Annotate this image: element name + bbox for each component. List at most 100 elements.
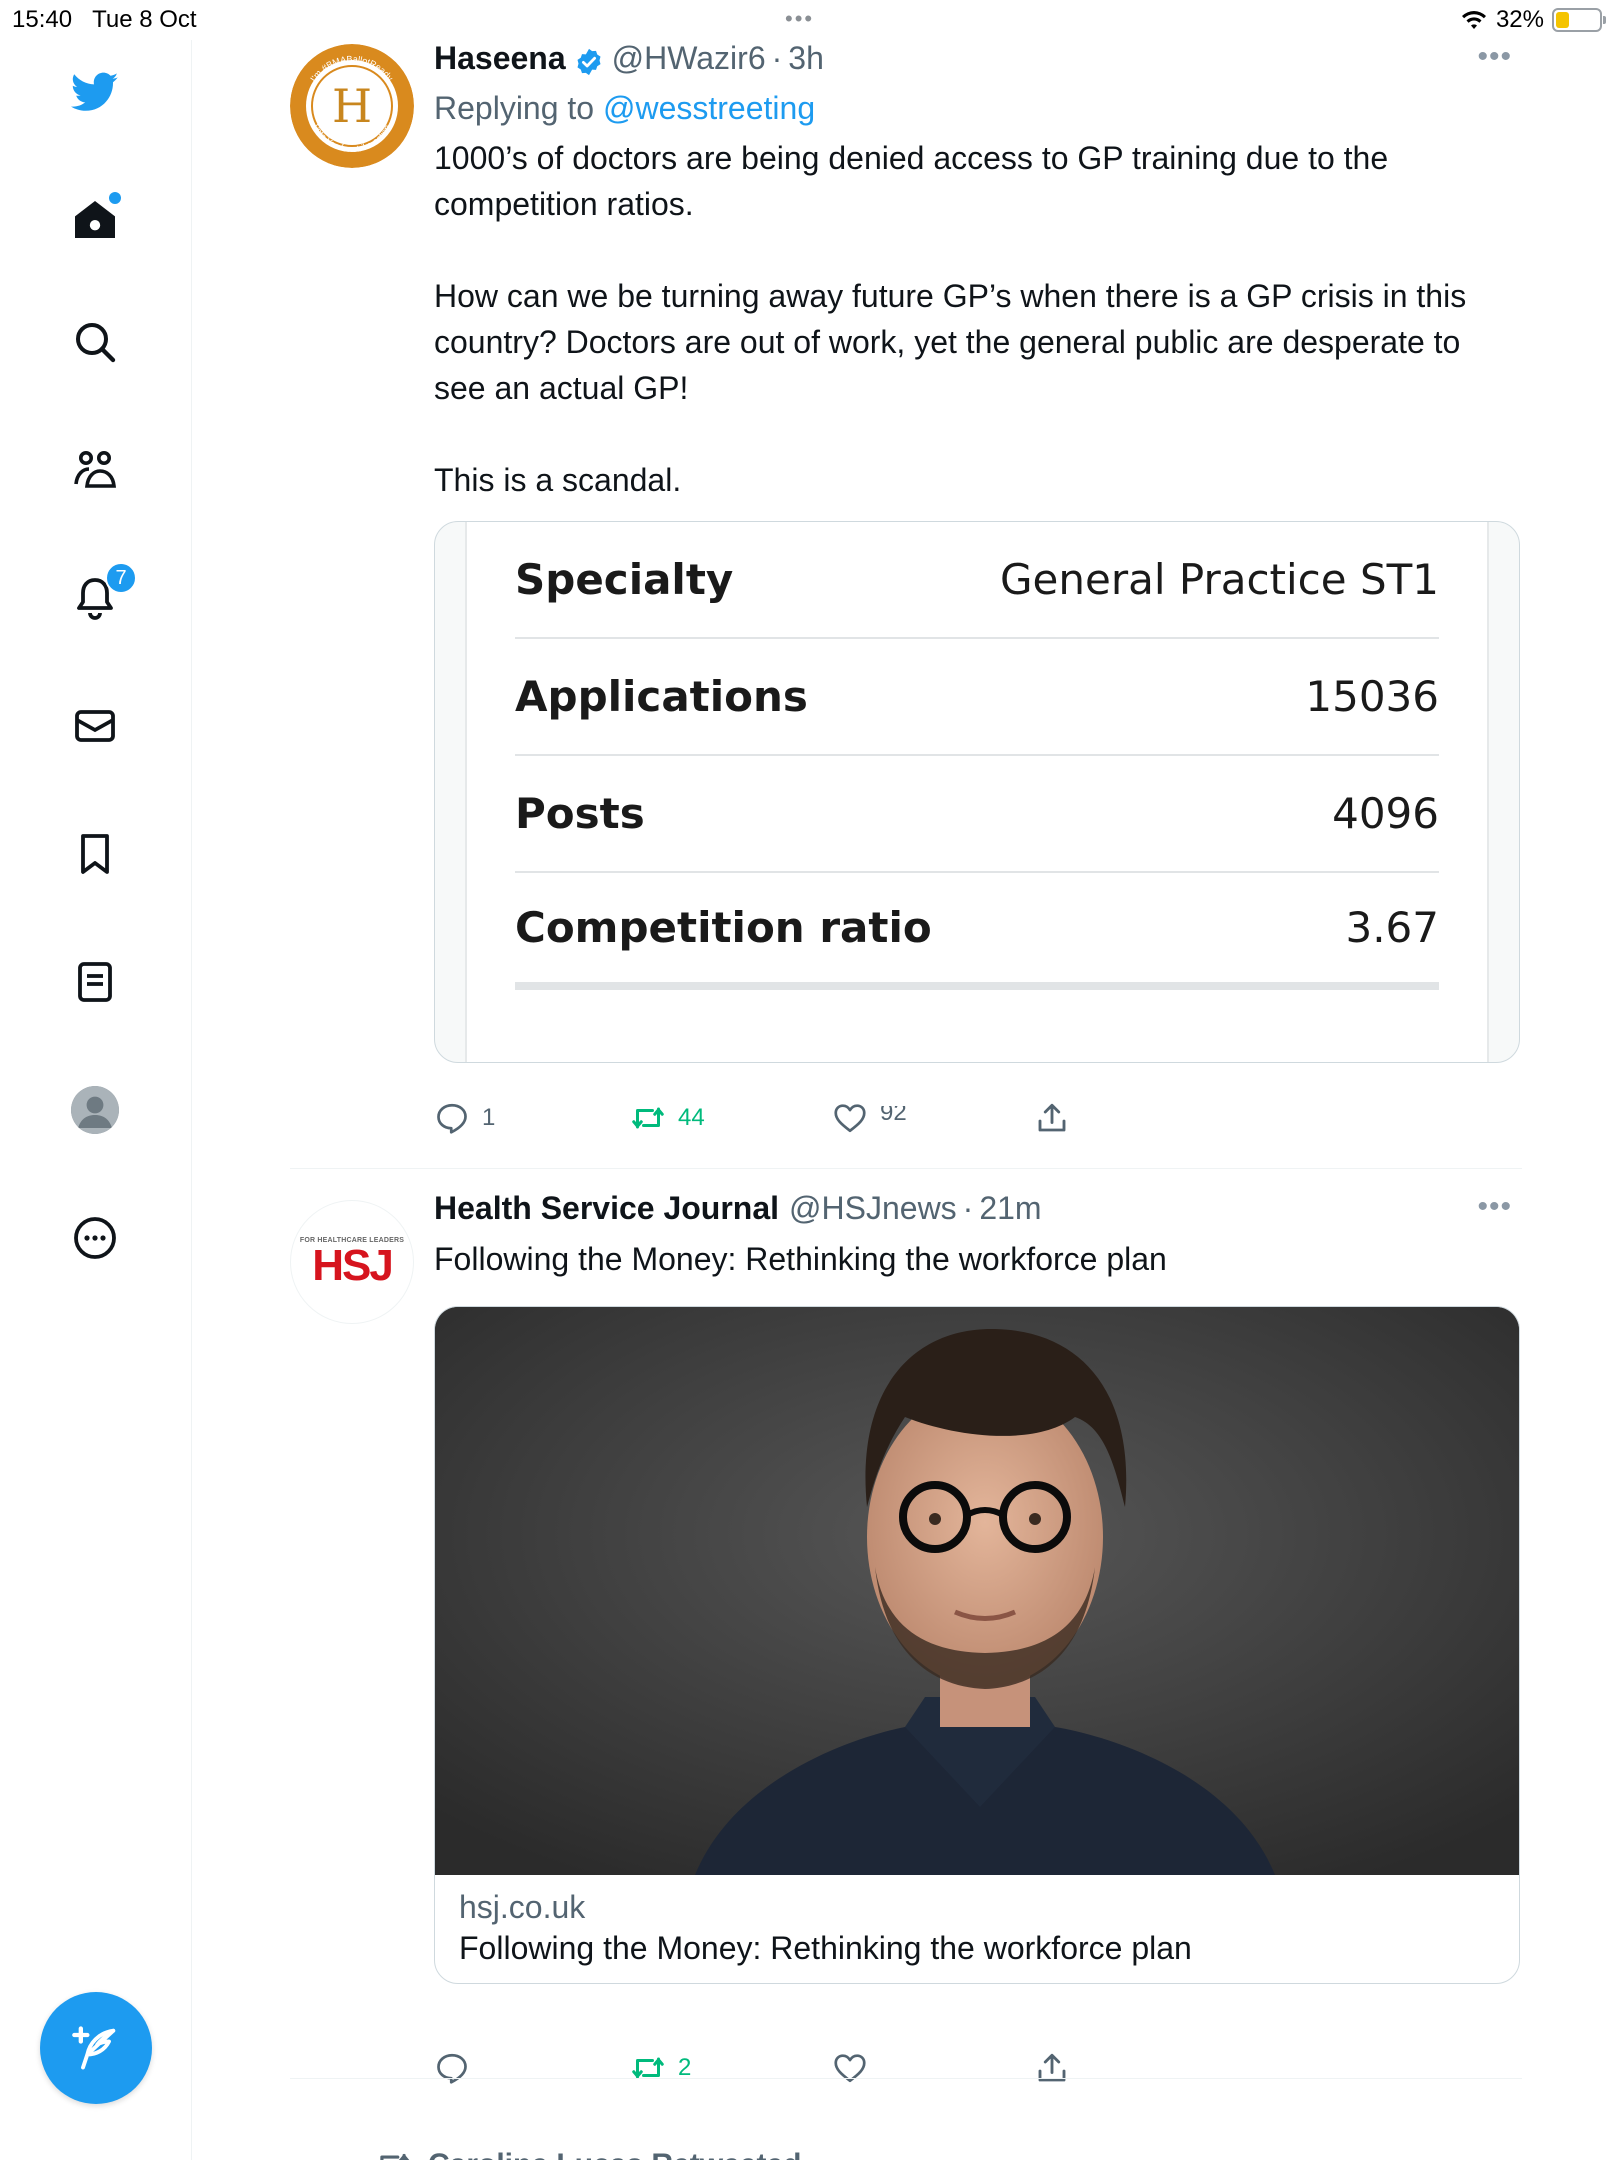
like-count: 92 <box>880 1106 907 1126</box>
table-row: Competition ratio 3.67 <box>515 873 1439 990</box>
communities-icon <box>74 451 116 488</box>
avatar-hsj[interactable]: FOR HEALTHCARE LEADERS HSJ <box>290 1200 414 1324</box>
compose-tweet-button[interactable] <box>40 1992 152 2104</box>
table-row: Applications 15036 <box>515 639 1439 756</box>
nav-bookmarks[interactable] <box>63 822 127 886</box>
tweet-body: Haseena @HWazir6 · 3h ••• Replying to @w… <box>434 40 1520 1063</box>
reply-icon <box>437 1103 467 1134</box>
card-domain: hsj.co.uk <box>459 1889 586 1925</box>
table-row-value: 4096 <box>1332 789 1439 838</box>
table-row-value: 15036 <box>1305 672 1439 721</box>
table-image-content: Specialty General Practice ST1 Applicati… <box>465 522 1489 1062</box>
separator-dot: · <box>771 40 783 76</box>
separator-dot: · <box>962 1190 974 1226</box>
more-options-icon[interactable]: ••• <box>1477 40 1512 74</box>
avatar <box>71 1086 119 1134</box>
twitter-logo-icon[interactable] <box>63 60 127 124</box>
retweet-button[interactable]: 2 <box>630 2050 691 2086</box>
nav-more[interactable] <box>63 1206 127 1270</box>
nav-home[interactable] <box>63 188 127 252</box>
retweet-count: 44 <box>678 1104 705 1131</box>
share-icon <box>1038 2053 1066 2082</box>
reply-count: 1 <box>482 1104 496 1131</box>
nav-lists[interactable] <box>63 950 127 1014</box>
tweet-actions: 1 44 92 <box>434 1100 1074 1140</box>
svg-text:H: H <box>332 79 372 133</box>
tweet-time[interactable]: 21m <box>979 1190 1041 1227</box>
replying-prefix: Replying to <box>434 90 595 126</box>
tweet-divider <box>290 2078 1522 2079</box>
retweeted-by[interactable]: Caroline Lucas Retweeted <box>374 2146 801 2160</box>
nav-messages[interactable] <box>63 694 127 758</box>
more-circle-icon <box>74 1217 116 1259</box>
nav-profile[interactable] <box>63 1078 127 1142</box>
feather-plus-icon <box>72 2026 116 2070</box>
more-options-icon[interactable]: ••• <box>1477 1190 1512 1224</box>
table-row: Posts 4096 <box>515 756 1439 873</box>
tweet-actions: 2 <box>434 2050 1074 2090</box>
like-button[interactable]: 92 <box>832 1100 907 1136</box>
notifications-badge: 7 <box>105 562 137 594</box>
tweet-paragraph: How can we be turning away future GP’s w… <box>434 278 1467 406</box>
hsj-logo: HSJ <box>312 1240 394 1290</box>
nav-notifications[interactable]: 7 <box>63 562 137 630</box>
table-row-value: 3.67 <box>1345 903 1439 952</box>
retweeted-by-label: Caroline Lucas Retweeted <box>428 2148 801 2160</box>
retweet-icon <box>632 1107 664 1129</box>
card-image <box>435 1307 1519 1875</box>
author-name[interactable]: Haseena <box>434 40 566 77</box>
share-icon <box>1038 1103 1066 1132</box>
heart-icon <box>834 1104 866 1133</box>
retweet-button[interactable]: 44 <box>630 1100 705 1136</box>
reply-button[interactable] <box>434 2050 482 2086</box>
reply-button[interactable]: 1 <box>434 1100 495 1136</box>
wifi-icon <box>1461 11 1486 29</box>
tweet-paragraph: 1000’s of doctors are being denied acces… <box>434 140 1389 222</box>
tweet-body: Health Service Journal @HSJnews · 21m ••… <box>434 1190 1520 1984</box>
card-meta: hsj.co.uk Following the Money: Rethinkin… <box>435 1875 1519 1983</box>
share-button[interactable] <box>1034 2050 1070 2086</box>
multitasking-dots[interactable]: ••• <box>785 6 814 32</box>
author-handle[interactable]: @HSJnews <box>789 1190 957 1227</box>
table-row-value: General Practice ST1 <box>999 555 1439 604</box>
portrait-photo <box>435 1307 1519 1875</box>
tweet-image[interactable]: Specialty General Practice ST1 Applicati… <box>434 521 1520 1063</box>
tweet-time[interactable]: 3h <box>788 40 824 77</box>
home-new-dot <box>109 192 121 204</box>
retweet-icon <box>380 2153 410 2160</box>
nav-communities[interactable] <box>63 438 127 502</box>
table-row-key: Competition ratio <box>515 903 932 952</box>
reply-mention-link[interactable]: @wesstreeting <box>603 90 815 126</box>
battery-percent: 32% <box>1495 6 1544 33</box>
search-icon <box>76 323 116 363</box>
card-title: Following the Money: Rethinking the work… <box>459 1930 1192 1966</box>
like-button[interactable] <box>832 2050 880 2086</box>
sidebar: 7 <box>0 40 192 2160</box>
tweet-header: Health Service Journal @HSJnews · 21m <box>434 1190 1512 1234</box>
avatar-haseena[interactable]: H I'm #BMABallotReady Vote Yes for strik… <box>290 44 414 168</box>
verified-badge-icon <box>577 48 601 76</box>
heart-icon <box>834 2054 866 2083</box>
link-card[interactable]: hsj.co.uk Following the Money: Rethinkin… <box>434 1306 1520 1984</box>
share-button[interactable] <box>1034 1100 1070 1136</box>
nav-explore[interactable] <box>63 310 127 374</box>
tweet-paragraph: This is a scandal. <box>434 462 682 498</box>
reply-icon <box>437 2053 467 2084</box>
list-icon <box>78 962 112 1002</box>
table-row-key: Applications <box>515 672 808 721</box>
author-handle[interactable]: @HWazir6 <box>612 40 766 77</box>
table-row: Specialty General Practice ST1 <box>515 522 1439 639</box>
author-name[interactable]: Health Service Journal <box>434 1190 779 1227</box>
status-right: 32% <box>1460 6 1606 34</box>
replying-to: Replying to @wesstreeting <box>434 90 1512 127</box>
table-row-key: Specialty <box>515 555 734 604</box>
mail-icon <box>75 710 115 742</box>
table-row-key: Posts <box>515 789 645 838</box>
tweet-divider <box>290 1168 1522 1169</box>
bookmark-icon <box>81 834 109 874</box>
retweet-icon <box>632 2057 664 2079</box>
tweet-text: 1000’s of doctors are being denied acces… <box>434 135 1512 503</box>
status-time: 15:40 Tue 8 Oct <box>12 6 197 33</box>
status-bar: 15:40 Tue 8 Oct ••• 32% <box>0 0 1620 40</box>
tweet-text: Following the Money: Rethinking the work… <box>434 1241 1167 1277</box>
